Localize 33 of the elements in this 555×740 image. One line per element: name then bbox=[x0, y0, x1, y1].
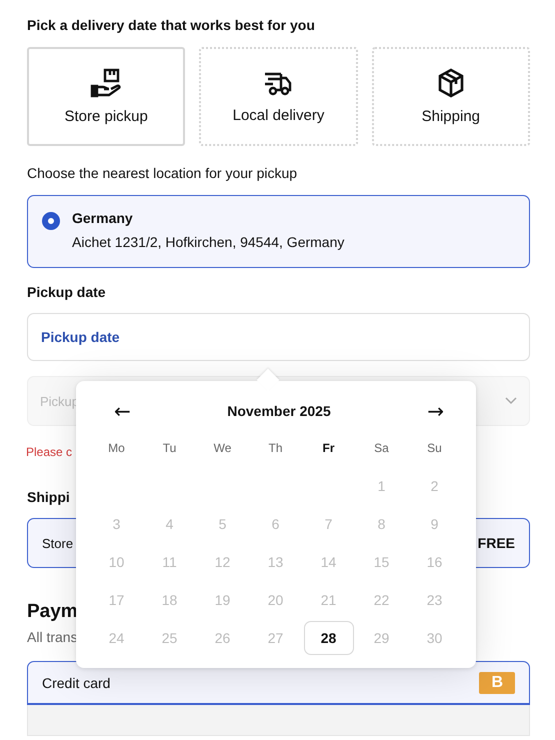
section-heading: Pickup date bbox=[27, 284, 106, 300]
hand-box-icon bbox=[90, 68, 122, 98]
section-subtitle: All trans bbox=[27, 629, 78, 645]
weekday-label: Su bbox=[427, 441, 442, 455]
weekday-label: Fr bbox=[322, 441, 334, 455]
calendar-day[interactable]: 28 bbox=[304, 621, 354, 655]
location-address: Aichet 1231/2, Hofkirchen, 94544, Germany bbox=[72, 234, 344, 250]
package-icon bbox=[436, 68, 465, 98]
delivery-option[interactable]: Local delivery bbox=[199, 47, 358, 146]
shipping-method-name: Store bbox=[42, 536, 74, 550]
next-month-button[interactable]: → bbox=[421, 399, 450, 423]
location-name: Germany bbox=[72, 210, 134, 226]
weekday-label: Tu bbox=[162, 441, 176, 455]
section-subtitle: Choose the nearest location for your pickup bbox=[27, 165, 298, 181]
error-message: Please c bbox=[26, 445, 72, 459]
shipping-price: FREE bbox=[478, 535, 515, 551]
location-card[interactable]: Germany Aichet 1231/2, Hofkirchen, 94544, Germany bbox=[27, 195, 530, 268]
card-brand-badge: B bbox=[479, 672, 515, 694]
month-title: November 2025 bbox=[227, 403, 331, 419]
delivery-option[interactable]: Shipping bbox=[372, 47, 530, 146]
weekday-label: Sa bbox=[374, 441, 389, 455]
chevron-down-icon bbox=[505, 397, 517, 405]
delivery-option[interactable]: Store pickup bbox=[27, 47, 186, 146]
weekday-label: Th bbox=[268, 441, 282, 455]
weekday-label: Mo bbox=[108, 441, 125, 455]
section-title: Paym bbox=[27, 601, 78, 623]
previous-month-button[interactable]: ← bbox=[108, 399, 137, 423]
radio-button[interactable] bbox=[42, 212, 60, 230]
date-field[interactable]: Pickup date bbox=[27, 313, 530, 361]
section-heading: Pick a delivery date that works best for you bbox=[27, 17, 315, 33]
weekday-label: We bbox=[214, 441, 232, 455]
payment-method-name: Credit card bbox=[42, 674, 110, 690]
section-heading: Shippi bbox=[27, 489, 70, 505]
